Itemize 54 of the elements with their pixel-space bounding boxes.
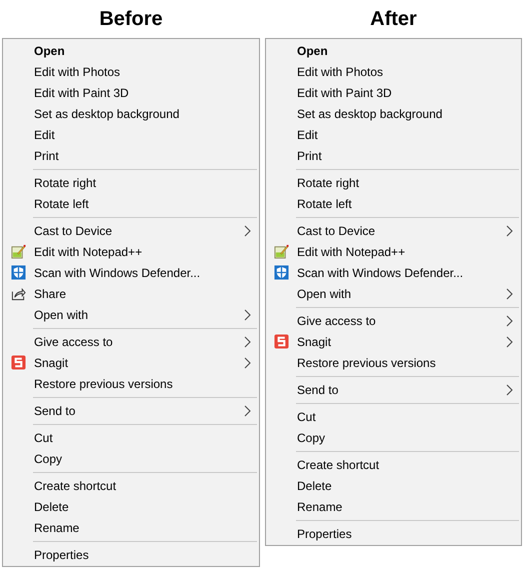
menu-item[interactable]: Copy [297, 430, 326, 444]
menu-item[interactable]: Cast to Device [34, 224, 112, 238]
menu-item[interactable]: Create shortcut [297, 458, 380, 472]
notepad-icon [11, 244, 26, 259]
menu-item[interactable]: Open with [34, 308, 88, 322]
notepad-icon [274, 244, 289, 259]
menu-item[interactable]: Restore previous versions [297, 356, 436, 370]
snagit-icon [11, 355, 26, 370]
menu-item[interactable]: Give access to [297, 314, 376, 328]
menu-item[interactable]: Edit [297, 128, 318, 142]
menu-item[interactable]: Edit with Paint 3D [34, 86, 129, 100]
menu-item[interactable]: Properties [297, 526, 352, 540]
menu-item[interactable]: Scan with Windows Defender... [34, 266, 200, 280]
menu-item[interactable]: Create shortcut [34, 478, 116, 492]
menu-item[interactable]: Print [34, 148, 59, 162]
menu-item[interactable]: Send to [34, 404, 76, 418]
menu-item[interactable]: Edit with Notepad++ [297, 244, 406, 258]
menu-item[interactable]: Edit with Photos [34, 64, 120, 78]
menu-item[interactable]: Open [297, 44, 328, 58]
menu-item[interactable]: Give access to [34, 334, 113, 348]
menu-item[interactable]: Restore previous versions [34, 376, 173, 390]
panel-title: After [369, 7, 418, 32]
menu-item[interactable]: Cut [297, 410, 316, 424]
menu-item[interactable]: Open with [297, 286, 352, 300]
menu-item[interactable]: Cut [34, 430, 53, 444]
menu-item[interactable]: Cast to Device [297, 224, 376, 238]
menu-item[interactable]: Rotate left [297, 196, 352, 210]
menu-item[interactable]: Edit with Paint 3D [297, 86, 392, 100]
menu-item[interactable]: Delete [34, 500, 69, 514]
menu-item[interactable]: Set as desktop background [34, 106, 180, 120]
snagit-icon [274, 334, 289, 349]
menu-item[interactable]: Print [297, 148, 322, 162]
menu-item[interactable]: Edit with Notepad++ [34, 244, 142, 258]
menu-item[interactable]: Send to [297, 382, 338, 396]
menu-item[interactable]: Copy [34, 452, 62, 466]
shield-icon [11, 265, 26, 280]
menu-item[interactable]: Snagit [34, 356, 68, 370]
menu-item[interactable]: Rename [297, 500, 342, 514]
menu-item[interactable]: Rotate left [34, 196, 89, 210]
panel-title: Before [98, 7, 164, 32]
menu-item[interactable]: Delete [297, 478, 332, 492]
menu-item[interactable]: Rotate right [297, 176, 360, 190]
menu-item[interactable]: Set as desktop background [297, 106, 442, 120]
menu-item[interactable]: Snagit [297, 334, 332, 348]
menu-item[interactable]: Rename [34, 520, 80, 534]
share-icon [11, 286, 26, 301]
menu-item[interactable]: Scan with Windows Defender... [297, 266, 464, 280]
menu-item[interactable]: Properties [34, 548, 89, 562]
menu-item[interactable]: Edit [34, 128, 55, 142]
menu-item[interactable]: Edit with Photos [297, 64, 384, 78]
shield-icon [274, 265, 289, 280]
menu-item[interactable]: Rotate right [34, 176, 96, 190]
menu-item[interactable]: Open [34, 44, 65, 58]
menu-item[interactable]: Share [34, 286, 66, 300]
